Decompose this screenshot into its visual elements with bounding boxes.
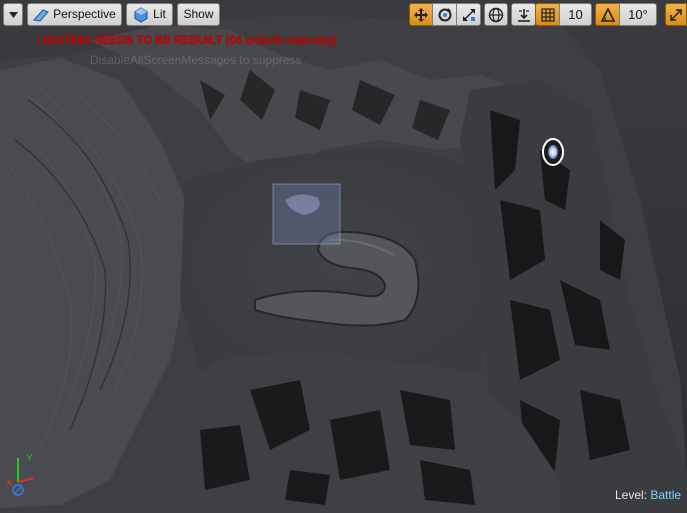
surface-snap-icon xyxy=(517,8,530,22)
level-prefix: Level: xyxy=(615,488,648,502)
perspective-button[interactable]: Perspective xyxy=(27,3,122,26)
suppress-messages-hint: DisableAllScreenMessages to suppress xyxy=(90,53,302,67)
show-button[interactable]: Show xyxy=(177,3,220,26)
world-local-icon xyxy=(488,7,504,22)
lighting-rebuild-warning: LIGHTING NEEDS TO BE REBUILT (04 unbuilt… xyxy=(37,35,337,47)
level-name: Battle xyxy=(650,488,682,502)
axis-gizmo: Y X xyxy=(6,453,35,496)
rotate-icon xyxy=(438,7,451,21)
perspective-label: Perspective xyxy=(53,7,116,21)
grid-snap-value-dropdown[interactable]: 10 xyxy=(559,3,592,26)
lit-sphere-icon xyxy=(134,6,148,23)
scale-icon xyxy=(462,8,475,21)
axis-x-label: X xyxy=(6,478,13,489)
grid-icon xyxy=(540,7,555,22)
rotation-snap-toggle[interactable] xyxy=(595,3,620,26)
grid-snap-toggle[interactable] xyxy=(535,3,560,26)
axis-x-line xyxy=(17,477,35,483)
rotate-mode-button[interactable] xyxy=(432,3,457,26)
lit-button[interactable]: Lit xyxy=(126,3,173,26)
translate-icon xyxy=(414,7,428,22)
scale-mode-button[interactable] xyxy=(456,3,481,26)
world-local-button[interactable] xyxy=(484,3,508,26)
level-viewport[interactable]: Perspective Lit Show 10 10° LIGHTING NEE… xyxy=(0,0,687,513)
surface-snap-button[interactable] xyxy=(511,3,536,26)
translate-mode-button[interactable] xyxy=(409,3,433,26)
dropdown-arrow-icon xyxy=(8,11,18,18)
rotation-snap-value-dropdown[interactable]: 10° xyxy=(619,3,657,26)
point-light-actor[interactable] xyxy=(542,138,564,166)
maximize-viewport-button[interactable] xyxy=(665,3,687,26)
rotation-snap-value: 10° xyxy=(628,7,648,22)
grid-snap-value: 10 xyxy=(568,7,583,22)
terrain-scene[interactable] xyxy=(0,0,687,513)
maximize-icon xyxy=(670,8,682,21)
level-indicator: Level: Battle xyxy=(615,488,681,502)
viewport-options-button[interactable] xyxy=(3,3,23,26)
axis-y-label: Y xyxy=(26,453,33,464)
show-label: Show xyxy=(183,7,214,21)
rotation-snap-icon xyxy=(600,7,615,22)
perspective-icon xyxy=(33,8,49,22)
lit-label: Lit xyxy=(153,7,166,21)
